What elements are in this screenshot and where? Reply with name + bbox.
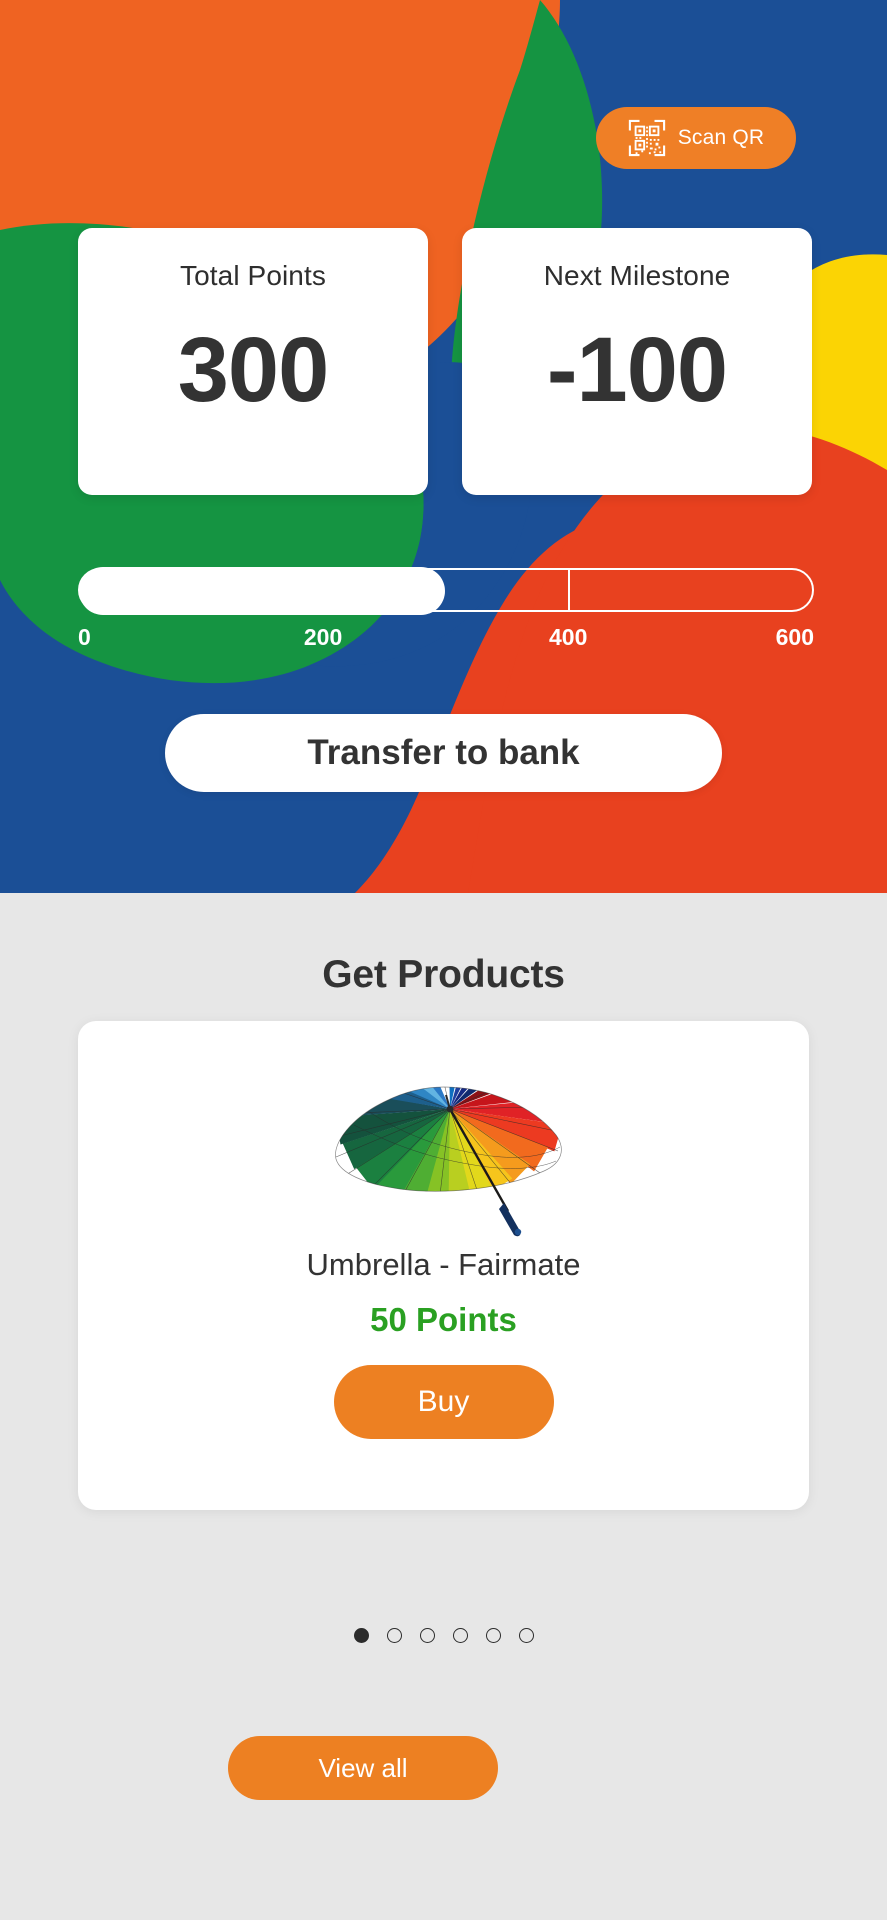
scan-qr-button[interactable]: Scan QR [596,107,796,169]
progress-tick-400 [567,570,570,610]
carousel-dot[interactable] [452,1628,468,1643]
carousel-dot[interactable] [386,1628,402,1643]
transfer-to-bank-button[interactable]: Transfer to bank [165,714,722,792]
products-section: Get Products Umbrella - Fairmate 50 Poin… [0,893,887,1920]
app-root: Scan QR Total Points 300 Next Milestone … [0,0,887,1920]
qr-code-scan-icon [628,119,665,157]
product-points: 50 Points [370,1301,517,1338]
product-name: Umbrella - Fairmate [306,1247,581,1282]
progress-scale: 0 200 400 600 [78,624,814,654]
progress-track[interactable] [78,567,814,615]
scan-qr-label: Scan QR [677,126,765,149]
stat-value: -100 [546,319,728,421]
progress-scale-label: 400 [548,624,588,650]
carousel-dot[interactable] [518,1628,534,1643]
stat-label: Next Milestone [543,260,731,291]
view-all-button[interactable]: View all [228,1736,498,1800]
progress-scale-label: 0 [78,624,91,650]
carousel-dot[interactable] [419,1628,435,1643]
buy-button[interactable]: Buy [333,1365,554,1439]
points-progress: 0 200 400 600 [78,567,814,654]
stat-value: 300 [177,319,329,421]
progress-scale-label: 200 [303,624,343,650]
carousel-dot[interactable] [485,1628,501,1643]
progress-tick-200 [323,570,326,610]
stat-cards-row: Total Points 300 Next Milestone -100 [78,228,812,495]
progress-scale-label: 600 [775,624,814,650]
stat-card-total-points: Total Points 300 [78,228,428,495]
carousel-dots [0,1628,887,1643]
product-card[interactable]: Umbrella - Fairmate 50 Points Buy [78,1021,809,1510]
products-title: Get Products [322,953,565,996]
stat-label: Total Points [180,260,326,291]
carousel-dot[interactable] [353,1628,369,1643]
stat-card-next-milestone: Next Milestone -100 [462,228,812,495]
progress-fill [79,567,445,615]
hero-section: Scan QR Total Points 300 Next Milestone … [0,0,887,893]
rainbow-umbrella-image [334,1086,562,1237]
